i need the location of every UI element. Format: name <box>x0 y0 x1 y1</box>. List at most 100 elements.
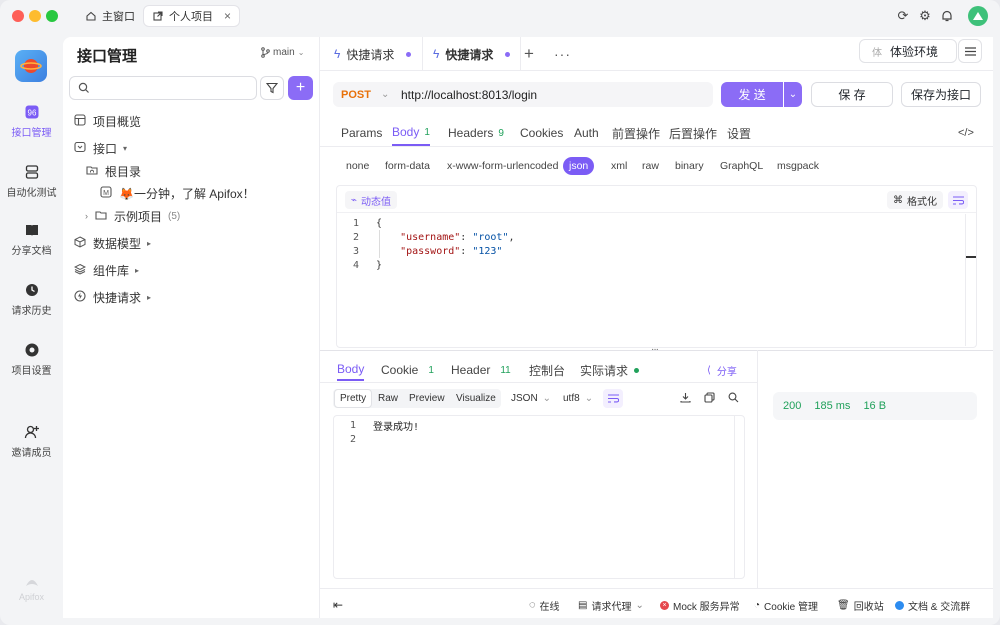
tab-post-processors[interactable]: 后置操作 <box>669 120 717 146</box>
dynamic-value-button[interactable]: ⌁ 动态值 <box>345 191 398 209</box>
tab-auth[interactable]: Auth <box>574 120 599 146</box>
search-icon[interactable] <box>728 392 739 406</box>
save-button[interactable]: 保 存 <box>811 82 893 107</box>
tree-label: 快捷请求 <box>93 290 142 305</box>
tree-item-quick[interactable]: 快捷请求 ▸ <box>73 286 151 308</box>
window-tab-main[interactable]: 主窗口 <box>77 5 143 27</box>
method-selector[interactable]: POST ⌄ <box>341 82 389 107</box>
close-tab-icon[interactable]: × <box>224 9 231 23</box>
wrap-button[interactable] <box>603 389 623 408</box>
tab-label: Cookie <box>381 363 419 377</box>
zoom-window-button[interactable] <box>46 10 58 22</box>
bell-icon[interactable] <box>940 9 954 23</box>
folder-home-icon <box>85 164 99 179</box>
more-tabs-button[interactable]: ··· <box>554 37 571 71</box>
share-button[interactable]: ⟨ 分享 <box>707 359 737 381</box>
cube-icon <box>73 235 87 251</box>
resp-tab-cookie[interactable]: Cookie 1 <box>381 359 434 381</box>
view-preview[interactable]: Preview <box>404 389 450 408</box>
body-type-x-www-form-urlencoded[interactable]: x-www-form-urlencoded <box>441 157 564 175</box>
minimize-window-button[interactable] <box>29 10 41 22</box>
view-raw[interactable]: Raw <box>373 389 403 408</box>
tree-item-examples[interactable]: › 示例项目 (5) <box>85 205 180 227</box>
add-button[interactable]: + <box>288 76 313 100</box>
search-box[interactable] <box>69 76 257 100</box>
send-button[interactable]: 发 送 <box>721 82 783 107</box>
copy-icon[interactable] <box>704 392 715 406</box>
search-icon <box>78 82 89 93</box>
download-icon[interactable] <box>680 392 691 406</box>
environment-label: 体验环境 <box>890 44 939 59</box>
close-window-button[interactable] <box>12 10 24 22</box>
avatar[interactable] <box>968 6 988 26</box>
mock-status[interactable]: × Mock 服务异常 <box>660 590 740 620</box>
nav-share-docs[interactable]: 分享文档 <box>0 222 63 257</box>
response-meta: 200 185 ms 16 B <box>773 392 977 420</box>
gear-icon[interactable]: ⚙ <box>918 9 932 23</box>
tab-params[interactable]: Params <box>341 120 382 146</box>
trash-button[interactable]: 🗑 回收站 <box>837 590 884 620</box>
status-label: 请求代理 <box>591 601 632 613</box>
request-tab[interactable]: ϟ 快捷请求 <box>334 37 412 71</box>
unsaved-dot <box>505 51 511 57</box>
send-options-button[interactable]: ⌄ <box>784 82 802 107</box>
cookie-manager[interactable]: ◔ Cookie 管理 <box>754 590 818 620</box>
code-line: 1{ <box>337 216 382 230</box>
tree-item-overview[interactable]: 项目概览 <box>73 110 141 132</box>
tree-item-doc[interactable]: M 🦊一分钟，了解 Apifox！ <box>99 182 255 204</box>
search-input[interactable] <box>96 82 246 94</box>
docs-community[interactable]: 文档 & 交流群 <box>895 590 970 620</box>
body-type-raw[interactable]: raw <box>636 157 665 175</box>
save-as-api-button[interactable]: 保存为接口 <box>901 82 981 107</box>
environment-menu-button[interactable] <box>958 39 982 63</box>
filter-button[interactable] <box>260 76 284 100</box>
tab-body[interactable]: Body 1 <box>392 120 430 146</box>
view-pretty[interactable]: Pretty <box>334 389 373 408</box>
tree-item-root[interactable]: 根目录 <box>85 160 141 182</box>
view-visualize[interactable]: Visualize <box>451 389 501 408</box>
wrap-button[interactable] <box>948 191 968 209</box>
tab-pre-processors[interactable]: 前置操作 <box>612 120 660 146</box>
tree-item-models[interactable]: 数据模型 ▸ <box>73 232 151 254</box>
nav-history[interactable]: 请求历史 <box>0 282 63 317</box>
resp-tab-body[interactable]: Body <box>337 359 365 381</box>
body-type-msgpack[interactable]: msgpack <box>771 157 825 175</box>
nav-invite-members[interactable]: 邀请成员 <box>0 424 63 459</box>
body-type-xml[interactable]: xml <box>605 157 633 175</box>
response-time: 185 ms <box>814 400 851 412</box>
refresh-icon[interactable]: ⟳ <box>896 9 910 23</box>
resp-tab-actual-request[interactable]: 实际请求 <box>580 359 640 381</box>
resp-tab-header[interactable]: Header 11 <box>451 359 511 381</box>
body-type-json[interactable]: json <box>563 157 595 175</box>
body-editor: ⌁ 动态值 ⌘ 格式化 1{2 "username": "root", 3 "pass… <box>336 185 977 348</box>
body-type-binary[interactable]: binary <box>669 157 710 175</box>
window-tab-project[interactable]: 个人项目 × <box>143 5 241 27</box>
body-type-none[interactable]: none <box>340 157 375 175</box>
tab-headers[interactable]: Headers 9 <box>448 120 504 146</box>
url-input[interactable] <box>401 86 701 103</box>
app-logo[interactable] <box>15 50 47 82</box>
nav-automation[interactable]: 自动化测试 <box>0 164 63 199</box>
nav-api-management[interactable]: 96 接口管理 <box>0 104 63 139</box>
code-view-button[interactable]: </> <box>958 120 974 146</box>
tree-item-api[interactable]: 接口 ▾ <box>73 137 127 159</box>
format-button[interactable]: ⌘ 格式化 <box>887 191 943 209</box>
nav-project-settings[interactable]: 项目设置 <box>0 342 63 377</box>
body-type-form-data[interactable]: form-data <box>379 157 436 175</box>
tab-settings[interactable]: 设置 <box>727 120 751 146</box>
request-tab-active[interactable]: ϟ 快捷请求 <box>422 37 522 71</box>
tree-item-components[interactable]: 组件库 ▸ <box>73 259 139 281</box>
body-type-graphql[interactable]: GraphQL <box>714 157 769 175</box>
tab-cookies[interactable]: Cookies <box>520 120 563 146</box>
drag-handle-icon[interactable]: ··· <box>651 344 659 355</box>
encoding-selector[interactable]: utf8 ⌄ <box>558 389 598 408</box>
online-status[interactable]: ◌ 在线 <box>529 590 560 620</box>
branch-selector[interactable]: main ⌄ <box>261 47 304 58</box>
collapse-sidebar-button[interactable]: ⇤ <box>333 590 343 620</box>
proxy-selector[interactable]: ▤ 请求代理 ⌄ <box>578 590 644 620</box>
format-selector[interactable]: JSON ⌄ <box>506 389 556 408</box>
chevron-down-icon: ⌄ <box>542 393 552 404</box>
new-tab-button[interactable]: + <box>524 37 534 71</box>
environment-selector[interactable]: 体 体验环境 <box>859 39 957 63</box>
resp-tab-console[interactable]: 控制台 <box>529 359 565 381</box>
